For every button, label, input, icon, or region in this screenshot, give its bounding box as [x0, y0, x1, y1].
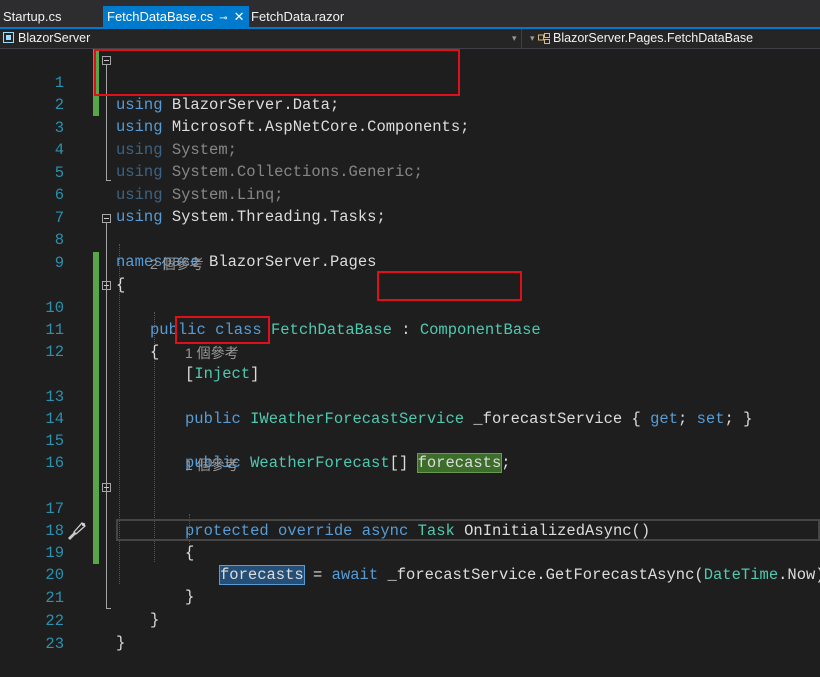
code-line-18: 18 { — [0, 498, 820, 562]
code-line-7: 7 — [0, 185, 820, 227]
code-line-20: 20 } — [0, 542, 820, 606]
code-line-14: 14 — [0, 386, 820, 428]
code-line-16: 16 — [0, 430, 820, 472]
line-number: 16 — [45, 454, 64, 472]
tab-startup[interactable]: Startup.cs — [3, 6, 62, 27]
close-icon[interactable]: ✕ — [234, 9, 245, 24]
code-line-12: 12 [Inject] — [0, 319, 820, 383]
code-line-23: 23 — [0, 611, 820, 653]
class-icon — [538, 33, 550, 44]
code-line-15: 15 public WeatherForecast[] forecasts; — [0, 408, 820, 473]
pin-icon[interactable]: ⊸ — [219, 13, 227, 24]
codelens-references[interactable]: 1 個參考 — [185, 344, 239, 362]
project-dropdown[interactable]: BlazorServer ▾ — [0, 29, 522, 48]
annotation-box-usings — [94, 49, 460, 96]
code-line-13: 13 public IWeatherForecastService _forec… — [0, 364, 820, 428]
tab-fetchdatabase[interactable]: FetchDataBase.cs ⊸ ✕ — [103, 6, 249, 27]
code-line-4: 4 using System.Collections.Generic; — [0, 117, 820, 181]
tab-fetchdata-razor[interactable]: FetchData.razor — [251, 6, 344, 27]
codelens-references[interactable]: 1 個參考 — [185, 456, 239, 474]
line-number: 9 — [54, 254, 64, 272]
code-line-22: 22 } — [0, 588, 820, 652]
code-text: BlazorServer.Pages — [199, 253, 377, 271]
class-path: BlazorServer.Pages.FetchDataBase — [553, 31, 754, 45]
code-line-3: 3 using System; — [0, 95, 820, 159]
code-text: { — [150, 343, 160, 361]
highlighted-reference: forecasts — [416, 453, 503, 473]
dropdown-arrow-icon[interactable]: ▾ — [530, 30, 535, 47]
tab-label: FetchDataBase.cs — [107, 9, 214, 24]
annotation-box-base-class — [377, 271, 522, 301]
line-number: 12 — [45, 343, 64, 361]
code-line-9: 9 { — [0, 230, 820, 294]
code-text: [] — [389, 454, 418, 472]
code-text: ; — [501, 454, 511, 472]
code-line-8: 8 namespace BlazorServer.Pages — [0, 207, 820, 271]
class-dropdown[interactable]: ▾ BlazorServer.Pages.FetchDataBase — [522, 29, 820, 48]
document-tab-bar: Startup.cs FetchDataBase.cs ⊸ ✕ FetchData.… — [0, 0, 820, 29]
code-line-5: 5 using System.Linq; — [0, 140, 820, 204]
code-line-17: 17 protected override async Task OnIniti… — [0, 476, 820, 540]
code-text: } — [116, 634, 126, 652]
annotation-box-inject — [175, 316, 270, 344]
quick-actions-brush-icon[interactable] — [64, 519, 88, 541]
tab-label: FetchData.razor — [251, 9, 345, 24]
code-editor[interactable]: 1 using BlazorServer.Data; 2 using Micro… — [0, 49, 820, 653]
line-number: 23 — [45, 635, 64, 653]
code-line-21: 21 } — [0, 565, 820, 629]
project-name: BlazorServer — [18, 31, 91, 45]
code-line-19: 19 forecasts = await _forecastService.Ge… — [0, 520, 820, 585]
tab-label: Startup.cs — [3, 9, 62, 24]
project-icon — [3, 32, 14, 43]
dropdown-arrow-icon[interactable]: ▾ — [512, 30, 517, 47]
type-name: WeatherForecast — [250, 454, 390, 472]
codelens-references[interactable]: 2 個參考 — [150, 255, 204, 273]
code-line-6: 6 using System.Threading.Tasks; — [0, 162, 820, 226]
navigation-bar: BlazorServer ▾ ▾ BlazorServer.Pages.Fetc… — [0, 29, 820, 49]
